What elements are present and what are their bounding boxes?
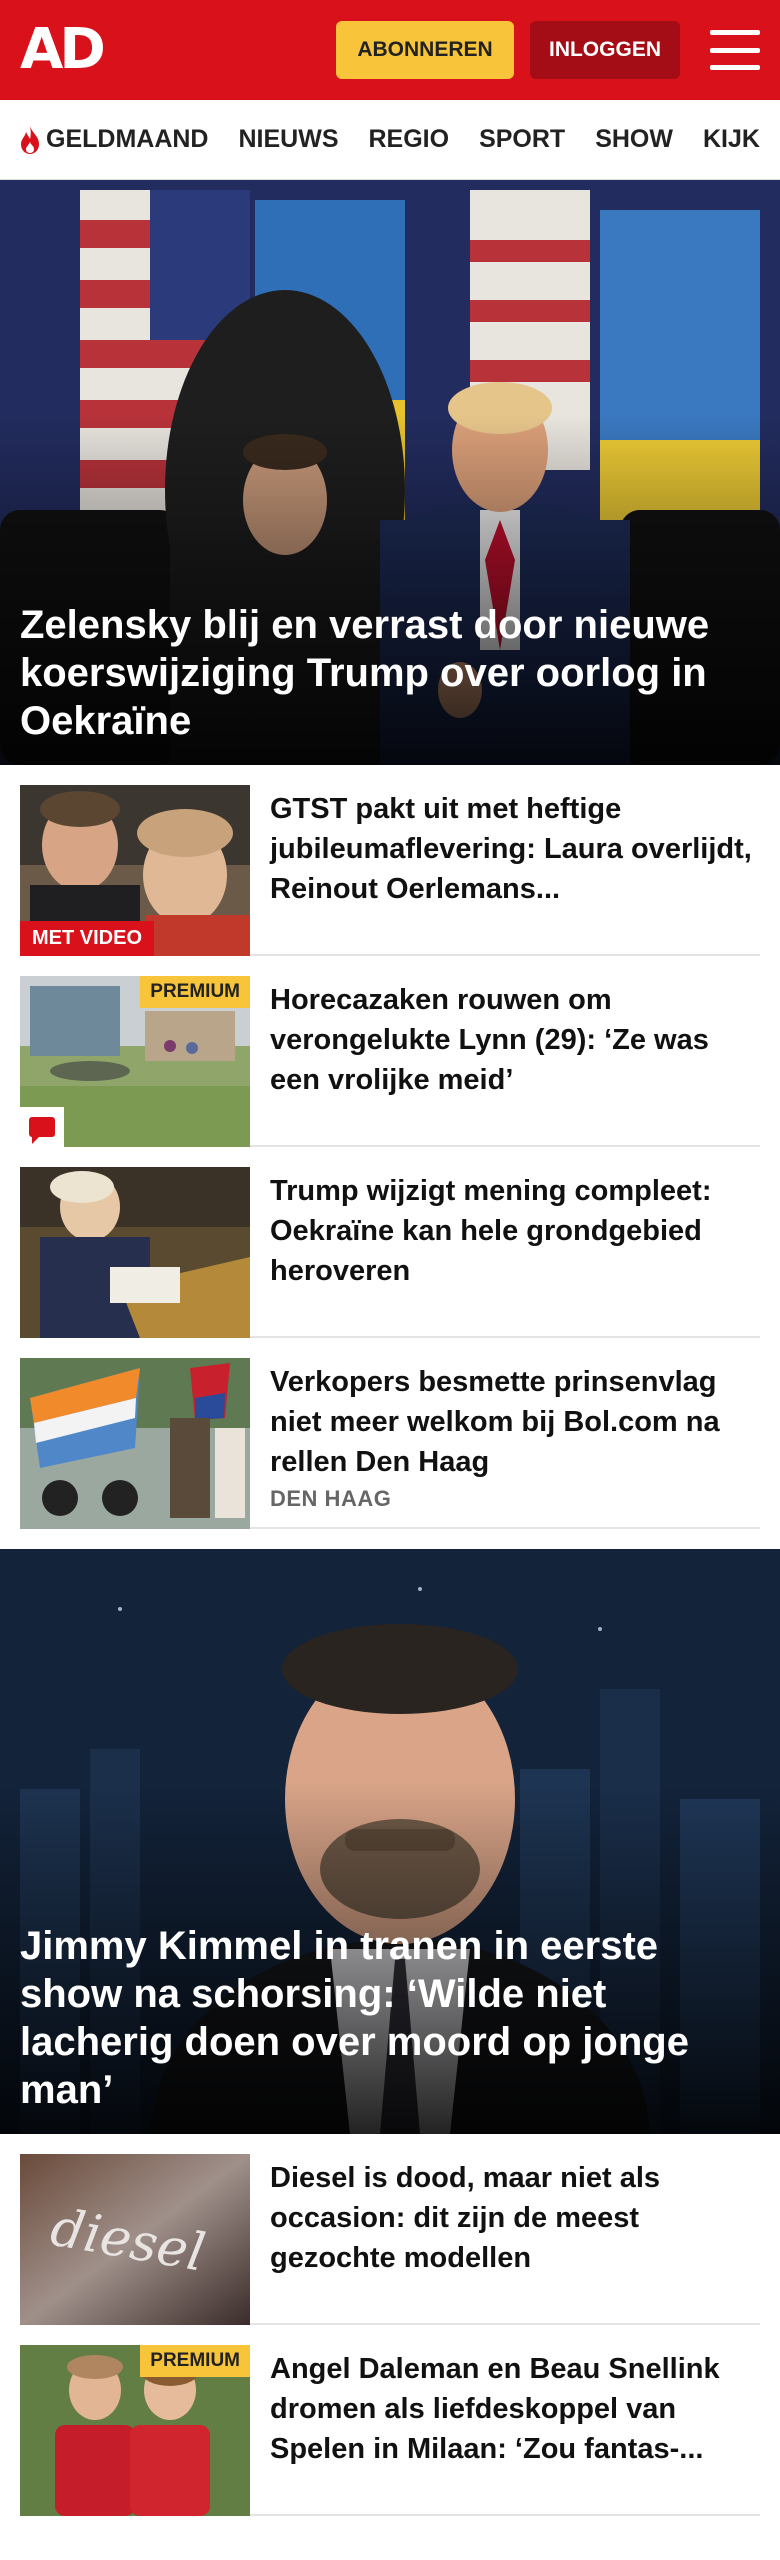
- item-text: GTST pakt uit met heftige jubileumafleve…: [250, 785, 760, 954]
- article-title[interactable]: Angel Daleman en Beau Snellink dromen al…: [270, 2349, 760, 2469]
- article-thumbnail: diesel: [20, 2154, 250, 2325]
- header-actions: ABONNEREN INLOGGEN: [336, 21, 760, 79]
- item-text: Diesel is dood, maar niet als occasion: …: [250, 2154, 760, 2323]
- list-item[interactable]: PREMIUM Angel Daleman en Beau Snellink d…: [20, 2325, 760, 2516]
- nav-item-sport[interactable]: SPORT: [479, 125, 565, 154]
- item-text: Horecazaken rouwen om verongelukte Lynn …: [250, 976, 760, 1145]
- item-text: Trump wijzigt mening compleet: Oekraïne …: [250, 1167, 760, 1336]
- article-thumbnail: [20, 1167, 250, 1338]
- item-text: Angel Daleman en Beau Snellink dromen al…: [250, 2345, 760, 2514]
- article-title[interactable]: Diesel is dood, maar niet als occasion: …: [270, 2158, 760, 2278]
- article-title[interactable]: Verkopers besmette prinsenvlag niet meer…: [270, 1362, 760, 1482]
- video-badge: MET VIDEO: [20, 921, 155, 956]
- flame-icon: [21, 125, 39, 154]
- article-thumbnail: MET VIDEO: [20, 785, 250, 956]
- comment-icon: [20, 1107, 64, 1147]
- list-item[interactable]: Verkopers besmette prinsenvlag niet meer…: [20, 1338, 760, 1529]
- nav-label: GELDMAAND: [46, 125, 209, 153]
- list-item[interactable]: MET VIDEO GTST pakt uit met heftige jubi…: [20, 765, 760, 956]
- premium-badge: PREMIUM: [140, 976, 250, 1008]
- hero-title[interactable]: Zelensky blij en verrast door nieuwe koe…: [20, 601, 750, 745]
- article-title[interactable]: Trump wijzigt mening compleet: Oekraïne …: [270, 1171, 760, 1291]
- premium-badge: PREMIUM: [140, 2345, 250, 2377]
- nav-item-geldmaand[interactable]: GELDMAAND: [18, 125, 209, 155]
- top-header: AD ABONNEREN INLOGGEN: [0, 0, 780, 100]
- list-item[interactable]: diesel Diesel is dood, maar niet als occ…: [20, 2134, 760, 2325]
- article-title[interactable]: GTST pakt uit met heftige jubileumafleve…: [270, 789, 760, 909]
- hero-article-kimmel[interactable]: Jimmy Kimmel in tranen in eerste show na…: [0, 1549, 780, 2134]
- login-button[interactable]: INLOGGEN: [530, 21, 680, 79]
- item-text: Verkopers besmette prinsenvlag niet meer…: [250, 1358, 760, 1527]
- article-thumbnail: PREMIUM: [20, 976, 250, 1147]
- section-nav: GELDMAAND NIEUWS REGIO SPORT SHOW KIJK: [0, 100, 780, 180]
- list-item[interactable]: Trump wijzigt mening compleet: Oekraïne …: [20, 1147, 760, 1338]
- article-thumbnail: PREMIUM: [20, 2345, 250, 2516]
- region-tag[interactable]: DEN HAAG: [270, 1486, 760, 1512]
- hero-article-zelensky[interactable]: Zelensky blij en verrast door nieuwe koe…: [0, 180, 780, 765]
- hero-title[interactable]: Jimmy Kimmel in tranen in eerste show na…: [20, 1922, 750, 2114]
- article-thumbnail: [20, 1358, 250, 1529]
- menu-icon[interactable]: [710, 30, 760, 70]
- list-item[interactable]: PREMIUM Horecazaken rouwen om verongeluk…: [20, 956, 760, 1147]
- subscribe-button[interactable]: ABONNEREN: [336, 21, 514, 79]
- article-title[interactable]: Horecazaken rouwen om verongelukte Lynn …: [270, 980, 760, 1100]
- nav-item-nieuws[interactable]: NIEUWS: [239, 125, 339, 154]
- ad-logo[interactable]: AD: [20, 22, 106, 78]
- nav-item-kijk[interactable]: KIJK: [703, 125, 760, 154]
- nav-item-regio[interactable]: REGIO: [369, 125, 450, 154]
- nav-item-show[interactable]: SHOW: [595, 125, 673, 154]
